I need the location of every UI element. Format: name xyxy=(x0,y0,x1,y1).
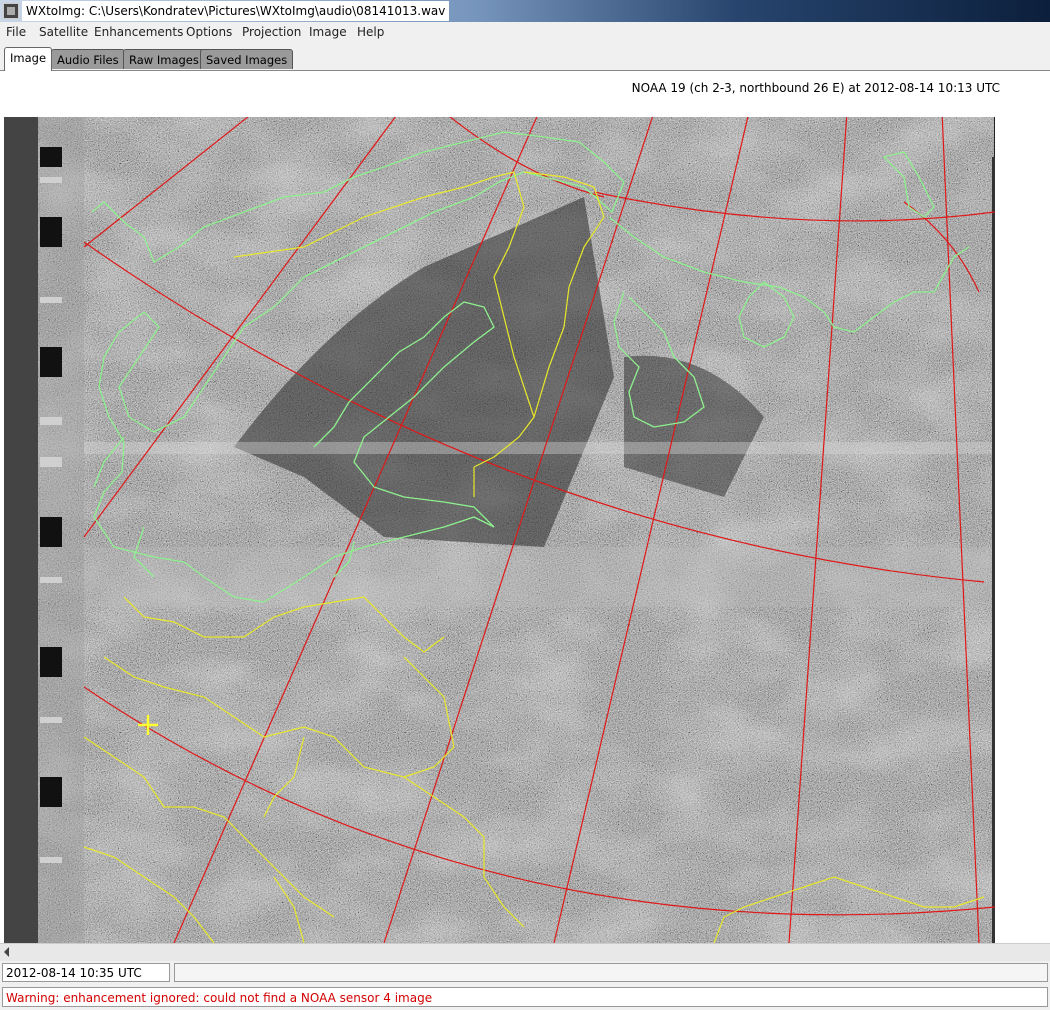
window-title: WXtoImg: C:\Users\Kondratev\Pictures\WXt… xyxy=(22,1,450,21)
tab-saved-images[interactable]: Saved Images xyxy=(200,49,294,69)
image-info-label: NOAA 19 (ch 2-3, northbound 26 E) at 201… xyxy=(631,81,1000,95)
image-info-bar: NOAA 19 (ch 2-3, northbound 26 E) at 201… xyxy=(0,71,1050,105)
menu-enhancements[interactable]: Enhancements xyxy=(94,24,183,40)
image-canvas[interactable] xyxy=(0,105,1050,943)
menu-bar: File Satellite Enhancements Options Proj… xyxy=(0,22,1050,42)
status-message-area xyxy=(174,963,1048,982)
status-time: 2012-08-14 10:35 UTC xyxy=(2,963,170,982)
menu-satellite[interactable]: Satellite xyxy=(39,24,88,40)
satellite-image[interactable] xyxy=(4,117,995,943)
app-icon[interactable] xyxy=(3,3,19,19)
warning-message: Warning: enhancement ignored: could not … xyxy=(2,987,1048,1007)
scroll-left-arrow-icon[interactable] xyxy=(4,947,9,957)
tab-bar: Image Audio Files Raw Images Saved Image… xyxy=(0,42,1050,71)
tab-audio-files[interactable]: Audio Files xyxy=(51,49,125,69)
warning-bar: Warning: enhancement ignored: could not … xyxy=(0,986,1050,1010)
status-bar: 2012-08-14 10:35 UTC xyxy=(0,961,1050,985)
title-bar: WXtoImg: C:\Users\Kondratev\Pictures\WXt… xyxy=(0,0,1050,22)
menu-file[interactable]: File xyxy=(6,24,26,40)
tab-image[interactable]: Image xyxy=(4,47,53,71)
menu-projection[interactable]: Projection xyxy=(242,24,301,40)
horizontal-scrollbar[interactable] xyxy=(0,943,1050,962)
menu-options[interactable]: Options xyxy=(186,24,232,40)
tab-raw-images[interactable]: Raw Images xyxy=(123,49,205,69)
menu-image[interactable]: Image xyxy=(309,24,347,40)
menu-help[interactable]: Help xyxy=(357,24,384,40)
